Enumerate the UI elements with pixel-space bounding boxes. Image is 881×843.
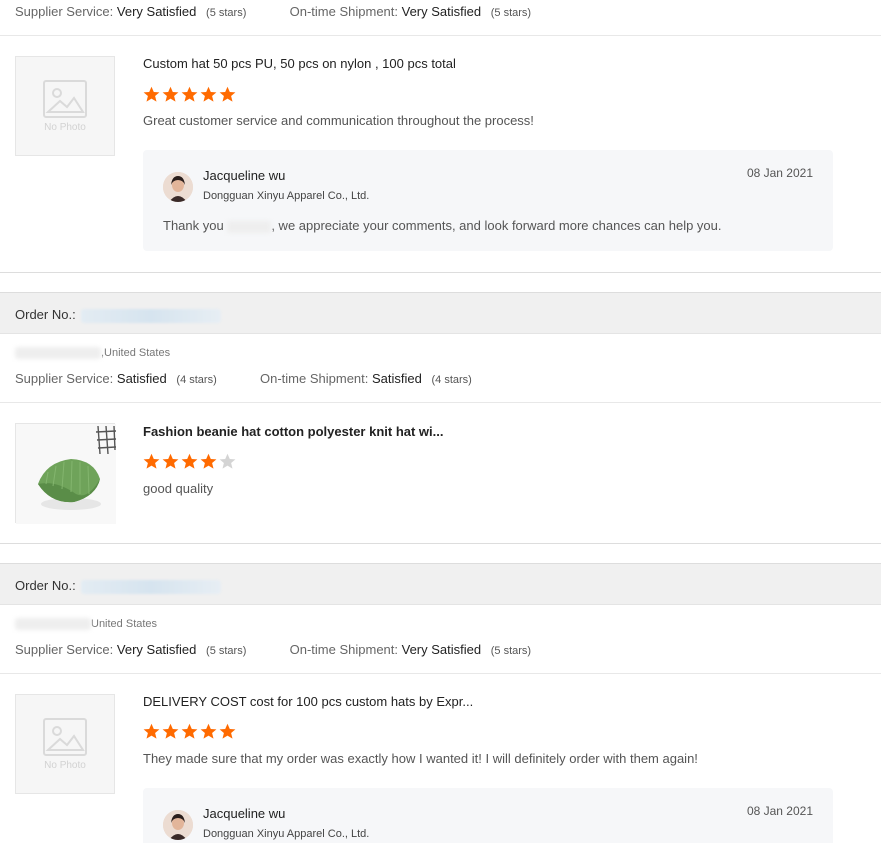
supplier-service-stars: (4 stars) xyxy=(176,374,217,386)
reply-text-start: Thank you xyxy=(163,218,224,233)
supplier-service-label: Supplier Service: xyxy=(15,642,114,657)
on-time-shipment-stars: (5 stars) xyxy=(490,7,532,19)
buyer-info: ,United States xyxy=(15,347,171,360)
buyer-country: ,United States xyxy=(101,347,171,359)
star-filled-icon xyxy=(143,86,160,102)
star-filled-icon xyxy=(200,723,217,739)
review-comment: Great customer service and communication… xyxy=(143,113,534,128)
supplier-service-label: Supplier Service: xyxy=(15,4,114,19)
product-image[interactable] xyxy=(15,423,117,524)
product-title[interactable]: Fashion beanie hat cotton polyester knit… xyxy=(143,424,444,439)
review-comment: good quality xyxy=(143,481,214,496)
reply-date: 08 Jan 2021 xyxy=(746,166,813,180)
star-filled-icon xyxy=(143,723,160,739)
divider xyxy=(0,673,881,674)
reply-text: Thank you , we appreciate your comments,… xyxy=(163,218,722,233)
reply-author-name: Jacqueline wu xyxy=(203,168,286,183)
star-filled-icon xyxy=(143,453,160,469)
supplier-service-value: Satisfied xyxy=(116,371,167,386)
on-time-shipment-value: Very Satisfied xyxy=(401,642,482,657)
supplier-service-value: Very Satisfied xyxy=(116,642,197,657)
star-empty-icon xyxy=(219,453,236,469)
on-time-shipment-value: Satisfied xyxy=(372,371,422,386)
order-no-label: Order No.: xyxy=(15,578,76,593)
no-photo-text: No Photo xyxy=(44,121,86,133)
star-filled-icon xyxy=(200,86,217,102)
on-time-shipment-label: On-time Shipment: xyxy=(289,4,398,19)
star-filled-icon xyxy=(181,86,198,102)
product-image[interactable]: No Photo xyxy=(15,56,115,156)
supplier-service-label: Supplier Service: xyxy=(15,371,114,386)
image-icon xyxy=(43,717,87,756)
supplier-reply: Jacqueline wu Dongguan Xinyu Apparel Co.… xyxy=(143,788,833,843)
order-number-redacted xyxy=(81,308,222,323)
buyer-info: United States xyxy=(15,618,158,631)
ratings-row: Supplier Service: Very Satisfied (5 star… xyxy=(15,4,531,19)
divider xyxy=(0,35,881,36)
on-time-shipment-label: On-time Shipment: xyxy=(260,371,369,386)
reply-company: Dongguan Xinyu Apparel Co., Ltd. xyxy=(203,828,370,840)
star-rating xyxy=(143,723,236,741)
reply-author-name: Jacqueline wu xyxy=(203,806,286,821)
product-title[interactable]: Custom hat 50 pcs PU, 50 pcs on nylon , … xyxy=(143,56,456,71)
buyer-name-redacted xyxy=(15,618,91,631)
on-time-shipment-stars: (4 stars) xyxy=(431,374,472,386)
supplier-service-stars: (5 stars) xyxy=(206,7,247,19)
product-title[interactable]: DELIVERY COST cost for 100 pcs custom ha… xyxy=(143,694,473,709)
supplier-service-stars: (5 stars) xyxy=(206,645,247,657)
star-filled-icon xyxy=(162,453,179,469)
reply-company: Dongguan Xinyu Apparel Co., Ltd. xyxy=(203,190,370,202)
star-filled-icon xyxy=(219,723,236,739)
image-icon xyxy=(43,79,87,118)
star-rating xyxy=(143,453,236,471)
star-filled-icon xyxy=(219,86,236,102)
star-filled-icon xyxy=(181,453,198,469)
reply-date: 08 Jan 2021 xyxy=(746,804,813,818)
star-filled-icon xyxy=(162,723,179,739)
ratings-row: Supplier Service: Satisfied (4 stars) On… xyxy=(15,371,472,386)
on-time-shipment-label: On-time Shipment: xyxy=(289,642,398,657)
on-time-shipment-value: Very Satisfied xyxy=(401,4,482,19)
redacted-name xyxy=(227,220,272,233)
divider xyxy=(0,402,881,403)
reply-text-end: , we appreciate your comments, and look … xyxy=(271,218,722,233)
star-rating xyxy=(143,86,236,104)
order-number-redacted xyxy=(81,579,222,594)
buyer-name-redacted xyxy=(15,347,101,360)
beanie-photo xyxy=(16,424,117,524)
ratings-row: Supplier Service: Very Satisfied (5 star… xyxy=(15,642,531,657)
no-photo-text: No Photo xyxy=(44,759,86,771)
star-filled-icon xyxy=(200,453,217,469)
buyer-country: United States xyxy=(91,618,158,630)
star-filled-icon xyxy=(181,723,198,739)
review-comment: They made sure that my order was exactly… xyxy=(143,751,698,766)
no-photo-placeholder: No Photo xyxy=(16,695,114,793)
supplier-service-value: Very Satisfied xyxy=(116,4,197,19)
on-time-shipment-stars: (5 stars) xyxy=(490,645,532,657)
avatar xyxy=(163,810,193,840)
no-photo-placeholder: No Photo xyxy=(16,57,114,155)
avatar xyxy=(163,172,193,202)
star-filled-icon xyxy=(162,86,179,102)
product-image[interactable]: No Photo xyxy=(15,694,115,794)
supplier-reply: Jacqueline wu Dongguan Xinyu Apparel Co.… xyxy=(143,150,833,251)
order-no-label: Order No.: xyxy=(15,307,76,322)
